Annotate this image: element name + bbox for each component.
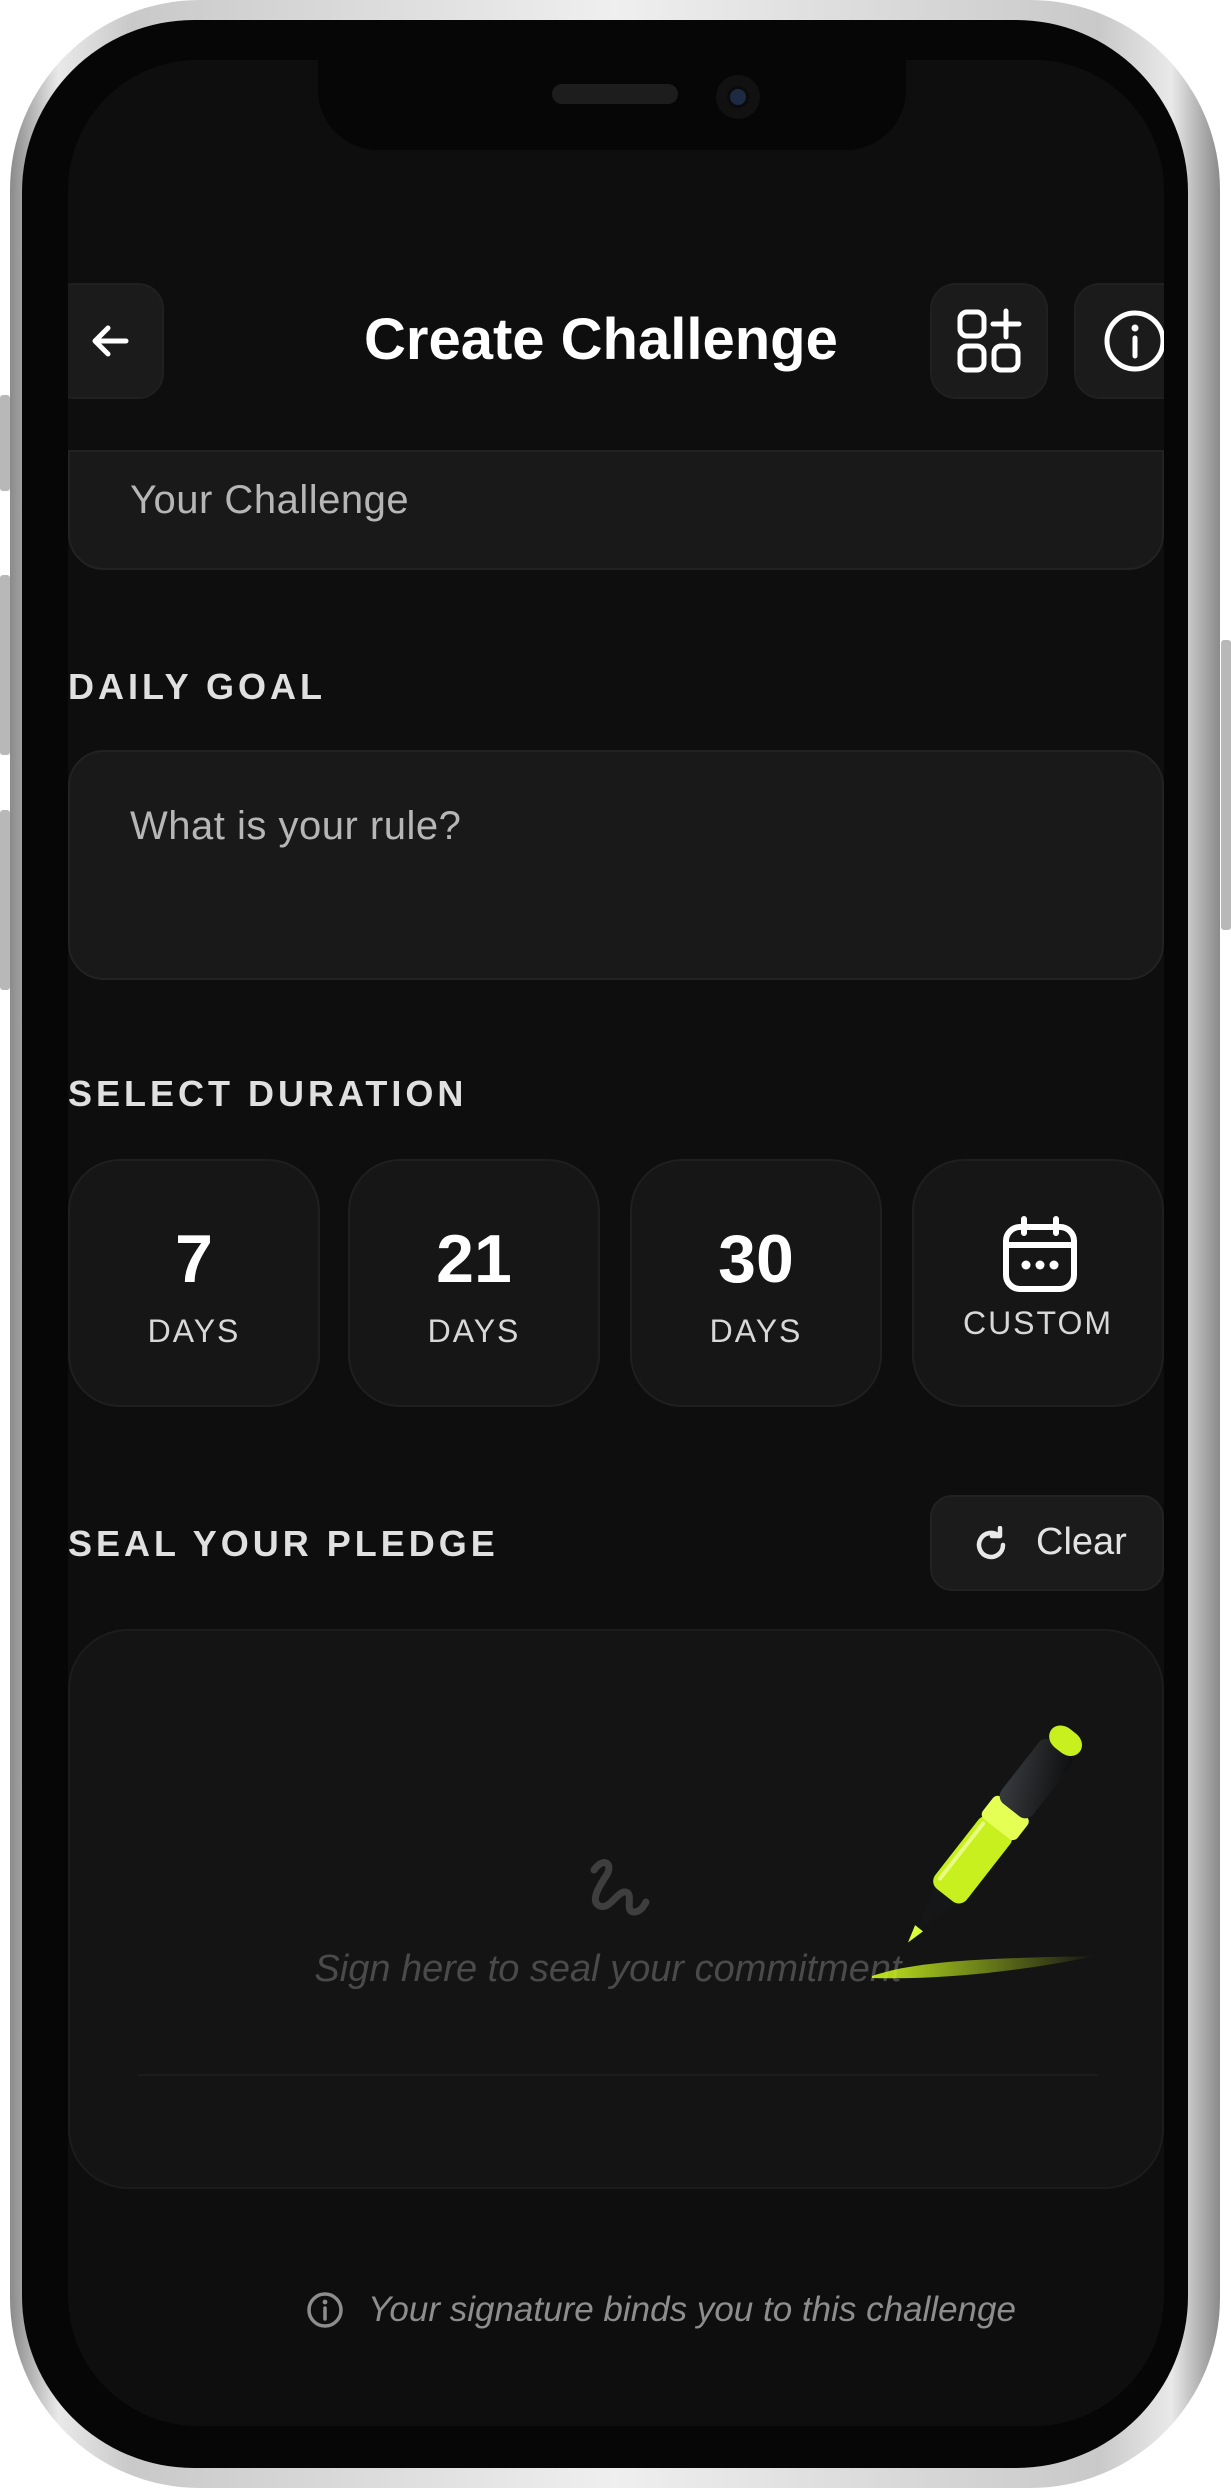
- signature-note-text: Your signature binds you to this challen…: [368, 2290, 1016, 2329]
- duration-option-30[interactable]: 30 DAYS: [630, 1159, 882, 1407]
- info-icon: [1104, 310, 1164, 372]
- signature-note: Your signature binds you to this challen…: [306, 2282, 1066, 2338]
- challenge-name-value: Your Challenge: [130, 478, 410, 522]
- speaker: [552, 84, 678, 104]
- duration-unit: CUSTOM: [962, 1305, 1114, 1341]
- templates-button[interactable]: [930, 283, 1048, 399]
- screen: Create Challenge Your Challenge DAILY GO…: [68, 60, 1164, 2426]
- daily-goal-placeholder: What is your rule?: [130, 804, 462, 848]
- duration-unit: DAYS: [427, 1313, 521, 1349]
- mute-switch: [0, 395, 10, 491]
- clear-label: Clear: [1036, 1521, 1127, 1563]
- challenge-name-field[interactable]: Your Challenge: [68, 450, 1164, 570]
- duration-unit: DAYS: [147, 1313, 241, 1349]
- refresh-icon: [976, 1526, 1006, 1560]
- volume-down-button: [0, 810, 10, 990]
- duration-option-custom[interactable]: CUSTOM: [912, 1159, 1164, 1407]
- signature-icon: [590, 1859, 650, 1916]
- duration-number: 7: [175, 1221, 213, 1297]
- duration-option-7[interactable]: 7 DAYS: [68, 1159, 320, 1407]
- daily-goal-input[interactable]: What is your rule?: [68, 750, 1164, 980]
- info-icon: [307, 2292, 343, 2328]
- calendar-icon: [1003, 1216, 1077, 1292]
- notch: [318, 60, 906, 150]
- page-title: Create Challenge: [364, 307, 838, 372]
- duration-unit: DAYS: [709, 1313, 803, 1349]
- volume-up-button: [0, 575, 10, 755]
- signature-baseline: [138, 2074, 1098, 2076]
- clear-signature-button[interactable]: Clear: [930, 1495, 1164, 1591]
- daily-goal-label: DAILY GOAL: [68, 666, 327, 707]
- front-camera: [716, 75, 760, 119]
- select-duration-label: SELECT DURATION: [68, 1073, 468, 1114]
- back-button[interactable]: [68, 283, 164, 399]
- arrow-left-icon: [92, 325, 129, 357]
- duration-number: 21: [436, 1221, 512, 1297]
- grid-plus-icon: [957, 308, 1022, 373]
- duration-number: 30: [718, 1221, 794, 1297]
- power-button: [1221, 640, 1231, 930]
- seal-pledge-label: SEAL YOUR PLEDGE: [68, 1523, 499, 1564]
- highlighter-pen-icon: [872, 1725, 1096, 1979]
- info-button[interactable]: [1074, 283, 1164, 399]
- duration-option-21[interactable]: 21 DAYS: [348, 1159, 600, 1407]
